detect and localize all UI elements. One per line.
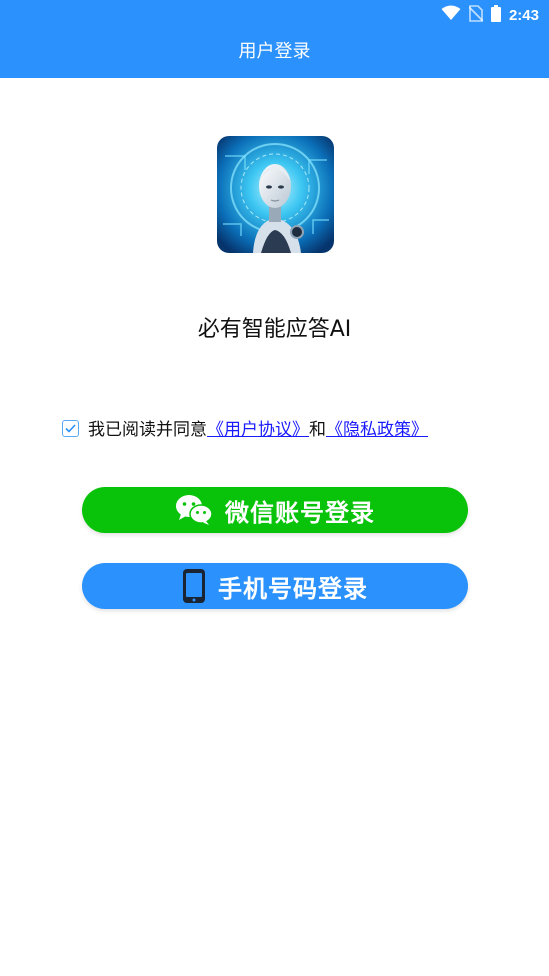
wechat-icon [175,494,213,526]
phone-icon [182,568,206,604]
phone-login-label: 手机号码登录 [218,574,368,603]
app-bar: 2:43 用户登录 [0,0,549,78]
login-screen: 2:43 用户登录 必有智能应答AI 我已阅读并同意 《用户协议》 和 《隐私政… [0,0,549,976]
no-sim-icon [468,4,484,26]
agreement-conjunction: 和 [309,419,326,440]
battery-icon [490,4,501,26]
check-icon [65,423,76,433]
agreement-row: 我已阅读并同意 《用户协议》 和 《隐私政策》 [62,414,428,440]
agree-checkbox[interactable] [62,419,79,437]
page-title: 用户登录 [238,41,311,62]
app-logo-icon [217,136,334,253]
phone-login-button[interactable]: 手机号码登录 [82,563,468,609]
agreement-prefix: 我已阅读并同意 [88,419,207,440]
status-time: 2:43 [508,6,539,24]
user-agreement-link[interactable]: 《用户协议》 [207,415,309,440]
wifi-icon [441,5,461,25]
wechat-login-label: 微信账号登录 [225,498,375,527]
status-bar: 2:43 [441,4,539,26]
privacy-policy-link[interactable]: 《隐私政策》 [326,415,428,440]
app-name: 必有智能应答AI [197,317,352,342]
wechat-login-button[interactable]: 微信账号登录 [82,487,468,533]
